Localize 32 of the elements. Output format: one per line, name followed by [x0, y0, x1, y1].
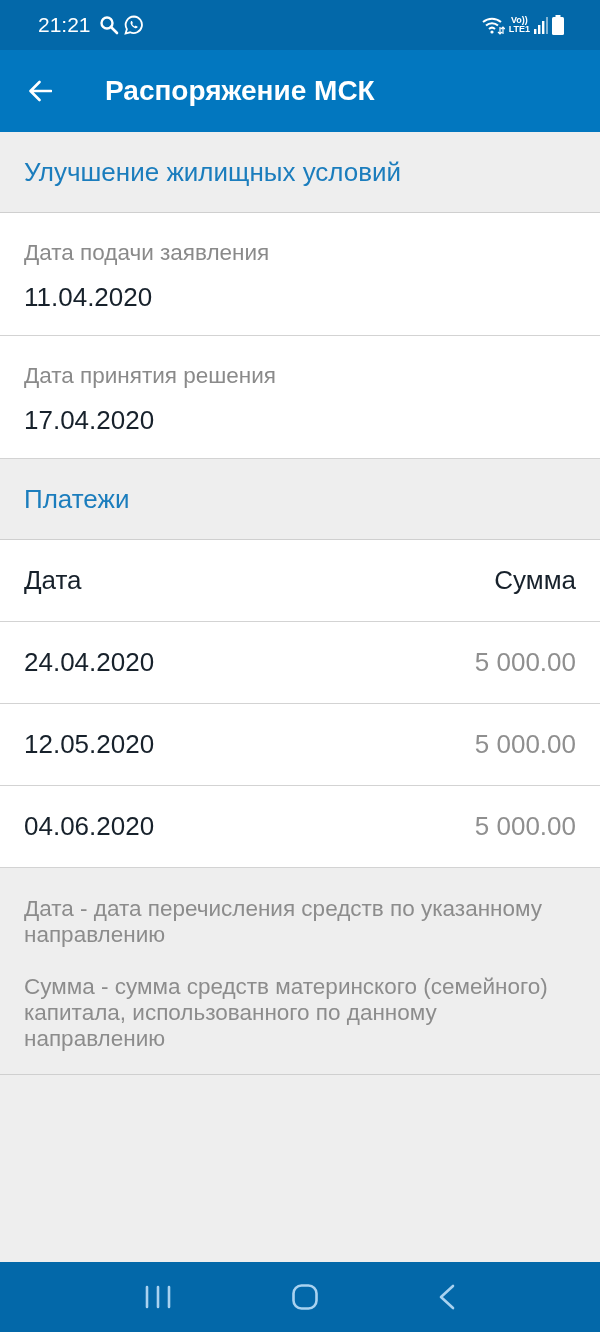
rounded-square-icon: [292, 1284, 318, 1310]
date-cell: 12.05.2020: [24, 729, 155, 760]
note-text: Сумма - сумма средств материнского (семейного) капитала, использованного по данному направлению: [24, 974, 549, 1052]
column-header: Дата: [24, 565, 82, 596]
back-nav-button[interactable]: [438, 1284, 455, 1310]
status-time: 21:21: [38, 13, 91, 37]
chevron-left-icon: [438, 1284, 455, 1310]
three-lines-icon: [145, 1285, 172, 1309]
signal-icon: [534, 16, 548, 34]
battery-icon: [552, 15, 564, 35]
date-cell: 04.06.2020: [24, 811, 155, 842]
screen-title: Распоряжение МСК: [105, 75, 375, 107]
wifi-icon: [480, 15, 505, 35]
home-button[interactable]: [292, 1284, 318, 1310]
section-title: Платежи: [24, 483, 130, 515]
amount-cell: 5 000.00: [474, 729, 576, 760]
arrow-left-icon: [28, 80, 52, 102]
chat-bubble-icon: [123, 15, 144, 35]
field-value: 11.04.2020: [24, 282, 153, 312]
section-title: Улучшение жилищных условий: [24, 156, 402, 188]
field-value: 17.04.2020: [24, 405, 155, 435]
field-label: Дата принятия решения: [24, 363, 277, 389]
network-label: LTE1: [508, 25, 530, 34]
recent-apps-button[interactable]: [145, 1285, 172, 1309]
column-header: Сумма: [494, 565, 576, 596]
date-cell: 24.04.2020: [24, 647, 155, 678]
field-label: Дата подачи заявления: [24, 240, 270, 266]
volte-label: Vo)): [510, 16, 528, 25]
amount-cell: 5 000.00: [474, 647, 576, 678]
amount-cell: 5 000.00: [474, 811, 576, 842]
search-icon: [98, 15, 119, 35]
note-text: Дата - дата перечисления средств по указанному направлению: [24, 896, 543, 948]
